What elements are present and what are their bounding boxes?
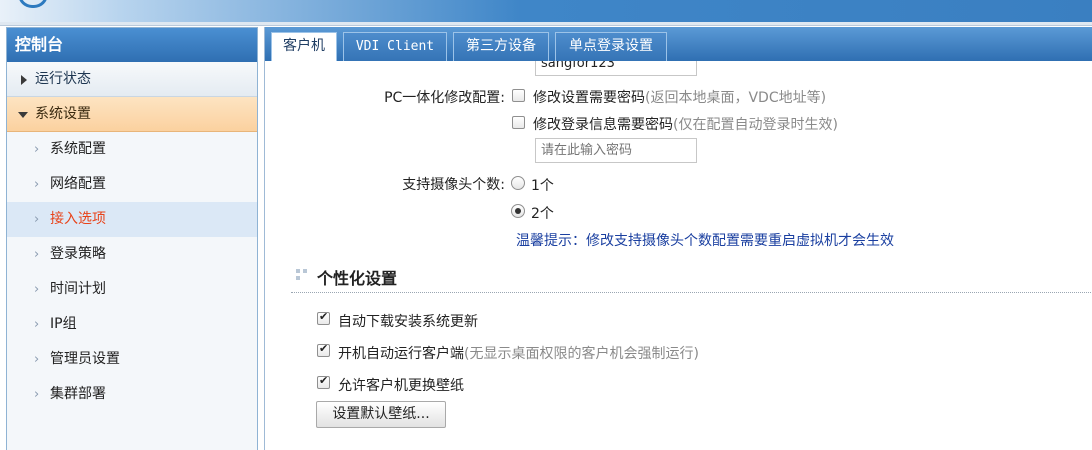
chevron-right-icon: › xyxy=(34,212,40,227)
password-field[interactable] xyxy=(535,138,697,163)
sidebar-item-label: 系统配置 xyxy=(50,141,106,157)
option-label: 允许客户机更换壁纸 xyxy=(338,378,464,394)
option-hint: (返回本地桌面，VDC地址等) xyxy=(645,90,827,106)
sidebar-item-label: 网络配置 xyxy=(50,176,106,192)
require-password-login-text: 修改登录信息需要密码(仅在配置自动登录时生效) xyxy=(533,114,838,134)
allow-wallpaper-checkbox[interactable] xyxy=(317,374,330,389)
require-password-settings-text: 修改设置需要密码(返回本地桌面，VDC地址等) xyxy=(533,87,826,107)
chevron-right-icon: › xyxy=(34,282,40,297)
chevron-right-icon: › xyxy=(34,317,40,332)
chevron-right-icon: › xyxy=(34,142,40,157)
sidebar: 控制台 运行状态 系统设置 › 系统配置 › 网络配置 › 接入选项 › 登录策… xyxy=(6,27,258,450)
sidebar-item-network-config[interactable]: › 网络配置 xyxy=(7,167,257,202)
auto-update-checkbox[interactable] xyxy=(317,310,330,325)
chevron-right-icon: › xyxy=(34,177,40,192)
sidebar-item-schedule[interactable]: › 时间计划 xyxy=(7,272,257,307)
sidebar-item-label: 接入选项 xyxy=(50,211,106,227)
content-panel: 客户机 VDI Client 第三方设备 单点登录设置 sangfor123 P… xyxy=(264,27,1092,450)
sidebar-group-label: 系统设置 xyxy=(35,106,91,122)
sidebar-item-label: 登录策略 xyxy=(50,246,106,262)
option-label: 修改设置需要密码 xyxy=(533,90,645,106)
allow-wallpaper-text: 允许客户机更换壁纸 xyxy=(338,375,464,395)
require-password-settings-checkbox[interactable] xyxy=(512,89,525,102)
tab-third-party-devices[interactable]: 第三方设备 xyxy=(453,32,549,61)
option-label: 开机自动运行客户端 xyxy=(338,346,464,362)
camera-1-label: 1个 xyxy=(531,178,554,194)
section-grip-icon xyxy=(296,269,308,281)
sidebar-item-label: 集群部署 xyxy=(50,386,106,402)
sidebar-item-system-config[interactable]: › 系统配置 xyxy=(7,132,257,167)
section-title: 个性化设置 xyxy=(317,269,398,288)
logo-icon xyxy=(18,0,48,8)
sidebar-item-label: 管理员设置 xyxy=(50,351,120,367)
autorun-client-checkbox[interactable] xyxy=(317,342,330,357)
chevron-right-icon: › xyxy=(34,247,40,262)
camera-restart-tip: 温馨提示：修改支持摄像头个数配置需要重启虚拟机才会生效 xyxy=(516,233,894,249)
sidebar-item-ip-group[interactable]: › IP组 xyxy=(7,307,257,342)
sidebar-item-admin-settings[interactable]: › 管理员设置 xyxy=(7,342,257,377)
chevron-right-icon: › xyxy=(34,387,40,402)
top-banner xyxy=(0,0,1092,22)
auto-update-text: 自动下载安装系统更新 xyxy=(338,311,478,331)
sidebar-item-label: IP组 xyxy=(50,316,77,332)
sidebar-group-label: 运行状态 xyxy=(35,71,91,87)
scrolled-input[interactable]: sangfor123 xyxy=(535,61,697,76)
option-label: 自动下载安装系统更新 xyxy=(338,314,478,330)
sidebar-group-settings[interactable]: 系统设置 xyxy=(7,97,257,132)
require-password-login-checkbox[interactable] xyxy=(512,116,525,129)
sidebar-item-label: 时间计划 xyxy=(50,281,106,297)
sidebar-group-status[interactable]: 运行状态 xyxy=(7,62,257,97)
camera-1-radio[interactable] xyxy=(511,176,525,190)
sidebar-item-access-options[interactable]: › 接入选项 xyxy=(7,202,257,237)
sidebar-item-cluster[interactable]: › 集群部署 xyxy=(7,377,257,412)
option-label: 修改登录信息需要密码 xyxy=(533,117,673,133)
caret-down-icon xyxy=(18,112,28,118)
section-divider xyxy=(291,292,1092,293)
tab-bar: 客户机 VDI Client 第三方设备 单点登录设置 xyxy=(265,27,1092,61)
autorun-client-text: 开机自动运行客户端(无显示桌面权限的客户机会强制运行) xyxy=(338,343,699,363)
caret-right-icon xyxy=(21,75,27,85)
tab-sso-settings[interactable]: 单点登录设置 xyxy=(555,32,667,61)
option-hint: (仅在配置自动登录时生效) xyxy=(673,117,838,133)
banner-divider xyxy=(0,22,1092,26)
camera-2-label: 2个 xyxy=(531,206,554,222)
sidebar-item-login-policy[interactable]: › 登录策略 xyxy=(7,237,257,272)
camera-count-label: 支持摄像头个数: xyxy=(402,177,505,193)
settings-form: sangfor123 PC一体化修改配置: 修改设置需要密码(返回本地桌面，VD… xyxy=(265,61,1092,450)
option-hint: (无显示桌面权限的客户机会强制运行) xyxy=(464,346,699,362)
chevron-right-icon: › xyxy=(34,352,40,367)
camera-2-radio[interactable] xyxy=(511,204,525,218)
tab-client[interactable]: 客户机 xyxy=(271,32,337,61)
set-default-wallpaper-button[interactable]: 设置默认壁纸... xyxy=(316,401,446,428)
pc-config-label: PC一体化修改配置: xyxy=(384,90,505,106)
sidebar-title: 控制台 xyxy=(7,28,257,62)
tab-vdi-client[interactable]: VDI Client xyxy=(343,32,447,61)
